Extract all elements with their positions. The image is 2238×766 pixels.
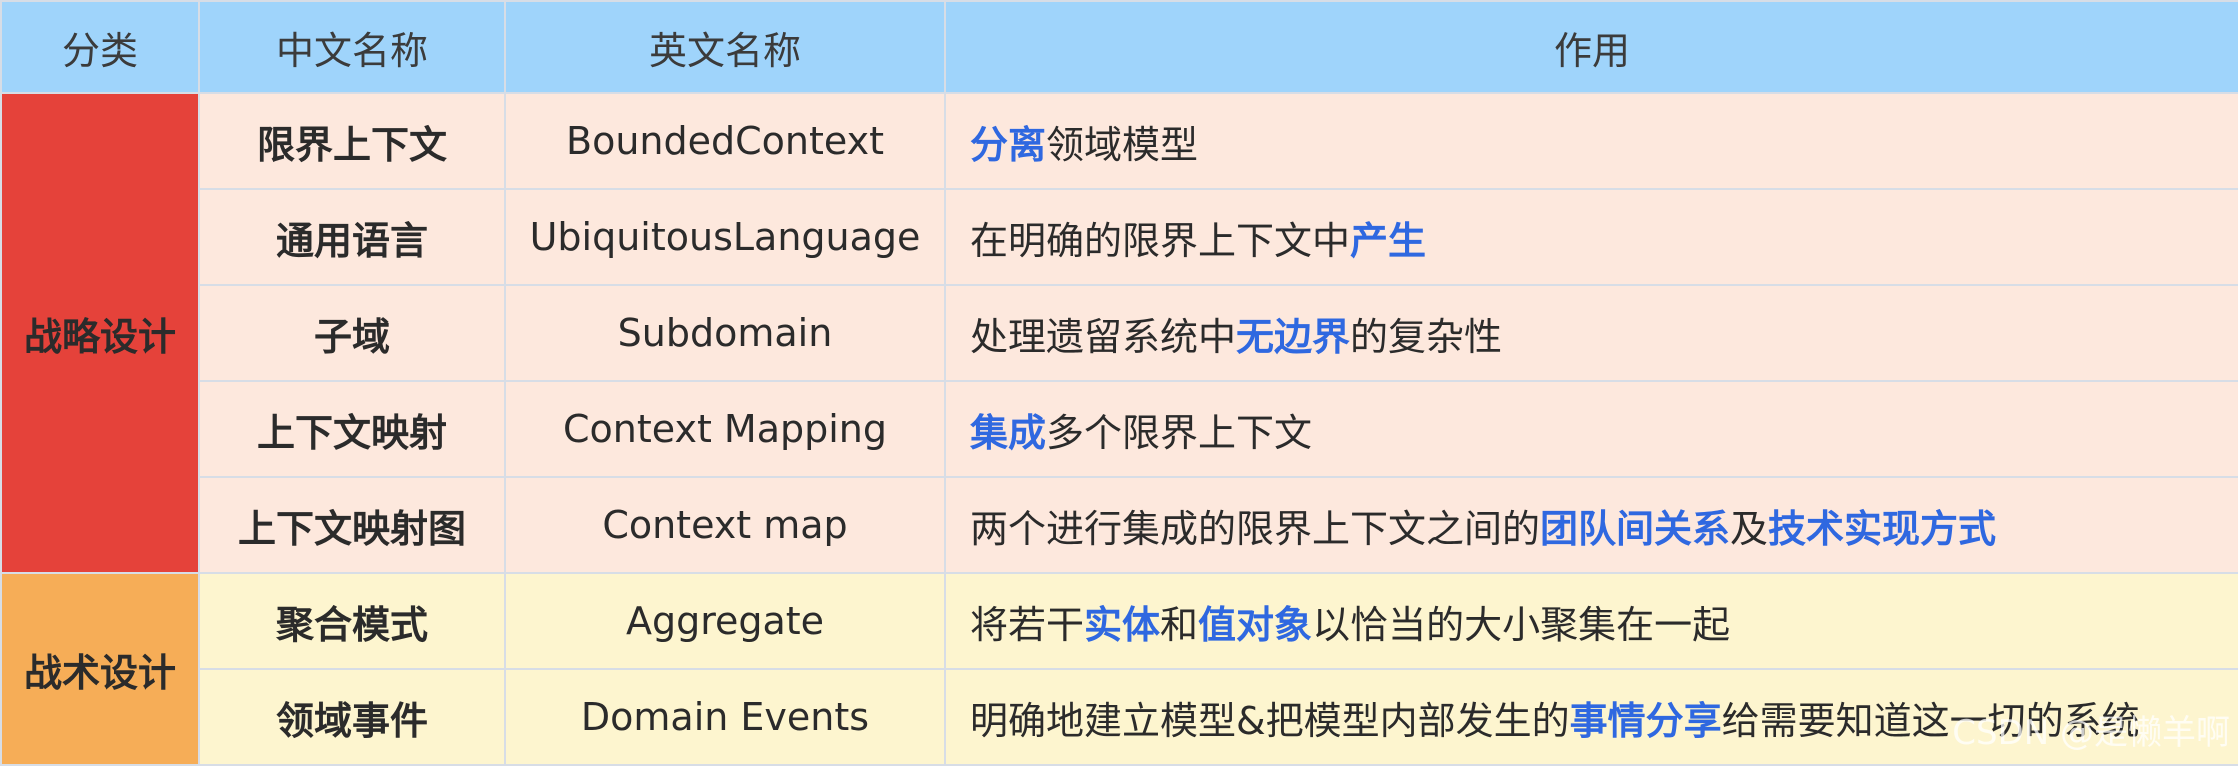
purpose-highlight: 产生 (1350, 219, 1426, 263)
english-name-cell: Context Mapping (505, 381, 945, 477)
english-name-cell: Context map (505, 477, 945, 573)
table-row: 战术设计 聚合模式 Aggregate 将若干实体和值对象以恰当的大小聚集在一起 (1, 573, 2238, 669)
purpose-text: 多个限界上下文 (1046, 411, 1312, 455)
purpose-text: 将若干 (970, 603, 1084, 647)
header-category: 分类 (1, 1, 199, 93)
table-row: 战略设计 限界上下文 BoundedContext 分离领域模型 (1, 93, 2238, 189)
purpose-text: 处理遗留系统中 (970, 315, 1236, 359)
purpose-highlight: 集成 (970, 411, 1046, 455)
chinese-name-cell: 聚合模式 (199, 573, 505, 669)
purpose-highlight: 值对象 (1198, 603, 1312, 647)
purpose-highlight: 实体 (1084, 603, 1160, 647)
purpose-text: 和 (1160, 603, 1198, 647)
purpose-cell: 两个进行集成的限界上下文之间的团队间关系及技术实现方式 (945, 477, 2238, 573)
header-row: 分类 中文名称 英文名称 作用 (1, 1, 2238, 93)
english-name-cell: Domain Events (505, 669, 945, 765)
purpose-highlight: 技术实现方式 (1768, 507, 1996, 551)
chinese-name-cell: 限界上下文 (199, 93, 505, 189)
purpose-text: 以恰当的大小聚集在一起 (1312, 603, 1730, 647)
header-purpose: 作用 (945, 1, 2238, 93)
chinese-name-cell: 子域 (199, 285, 505, 381)
table-row: 通用语言 UbiquitousLanguage 在明确的限界上下文中产生 (1, 189, 2238, 285)
purpose-text: 及 (1730, 507, 1768, 551)
category-tactical-design: 战术设计 (1, 573, 199, 765)
english-name-cell: Subdomain (505, 285, 945, 381)
purpose-highlight: 无边界 (1236, 315, 1350, 359)
purpose-cell: 处理遗留系统中无边界的复杂性 (945, 285, 2238, 381)
chinese-name-cell: 通用语言 (199, 189, 505, 285)
header-english-name: 英文名称 (505, 1, 945, 93)
purpose-text: 明确地建立模型&把模型内部发生的 (970, 699, 1570, 743)
category-strategic-design: 战略设计 (1, 93, 199, 573)
purpose-text: 领域模型 (1046, 123, 1198, 167)
purpose-text: 在明确的限界上下文中 (970, 219, 1350, 263)
header-chinese-name: 中文名称 (199, 1, 505, 93)
purpose-cell: 集成多个限界上下文 (945, 381, 2238, 477)
purpose-text: 两个进行集成的限界上下文之间的 (970, 507, 1540, 551)
english-name-cell: UbiquitousLanguage (505, 189, 945, 285)
purpose-text: 给需要知道这一切的系统 (1722, 699, 2140, 743)
purpose-text: 的复杂性 (1350, 315, 1502, 359)
ddd-concepts-table: 分类 中文名称 英文名称 作用 战略设计 限界上下文 BoundedContex… (0, 0, 2238, 766)
english-name-cell: Aggregate (505, 573, 945, 669)
table-row: 领域事件 Domain Events 明确地建立模型&把模型内部发生的事情分享给… (1, 669, 2238, 765)
table-row: 子域 Subdomain 处理遗留系统中无边界的复杂性 (1, 285, 2238, 381)
english-name-cell: BoundedContext (505, 93, 945, 189)
purpose-cell: 明确地建立模型&把模型内部发生的事情分享给需要知道这一切的系统 (945, 669, 2238, 765)
purpose-cell: 分离领域模型 (945, 93, 2238, 189)
chinese-name-cell: 上下文映射 (199, 381, 505, 477)
table-row: 上下文映射 Context Mapping 集成多个限界上下文 (1, 381, 2238, 477)
chinese-name-cell: 上下文映射图 (199, 477, 505, 573)
purpose-highlight: 分离 (970, 123, 1046, 167)
purpose-cell: 将若干实体和值对象以恰当的大小聚集在一起 (945, 573, 2238, 669)
chinese-name-cell: 领域事件 (199, 669, 505, 765)
purpose-highlight: 团队间关系 (1540, 507, 1730, 551)
table-row: 上下文映射图 Context map 两个进行集成的限界上下文之间的团队间关系及… (1, 477, 2238, 573)
purpose-cell: 在明确的限界上下文中产生 (945, 189, 2238, 285)
purpose-highlight: 事情分享 (1570, 699, 1722, 743)
